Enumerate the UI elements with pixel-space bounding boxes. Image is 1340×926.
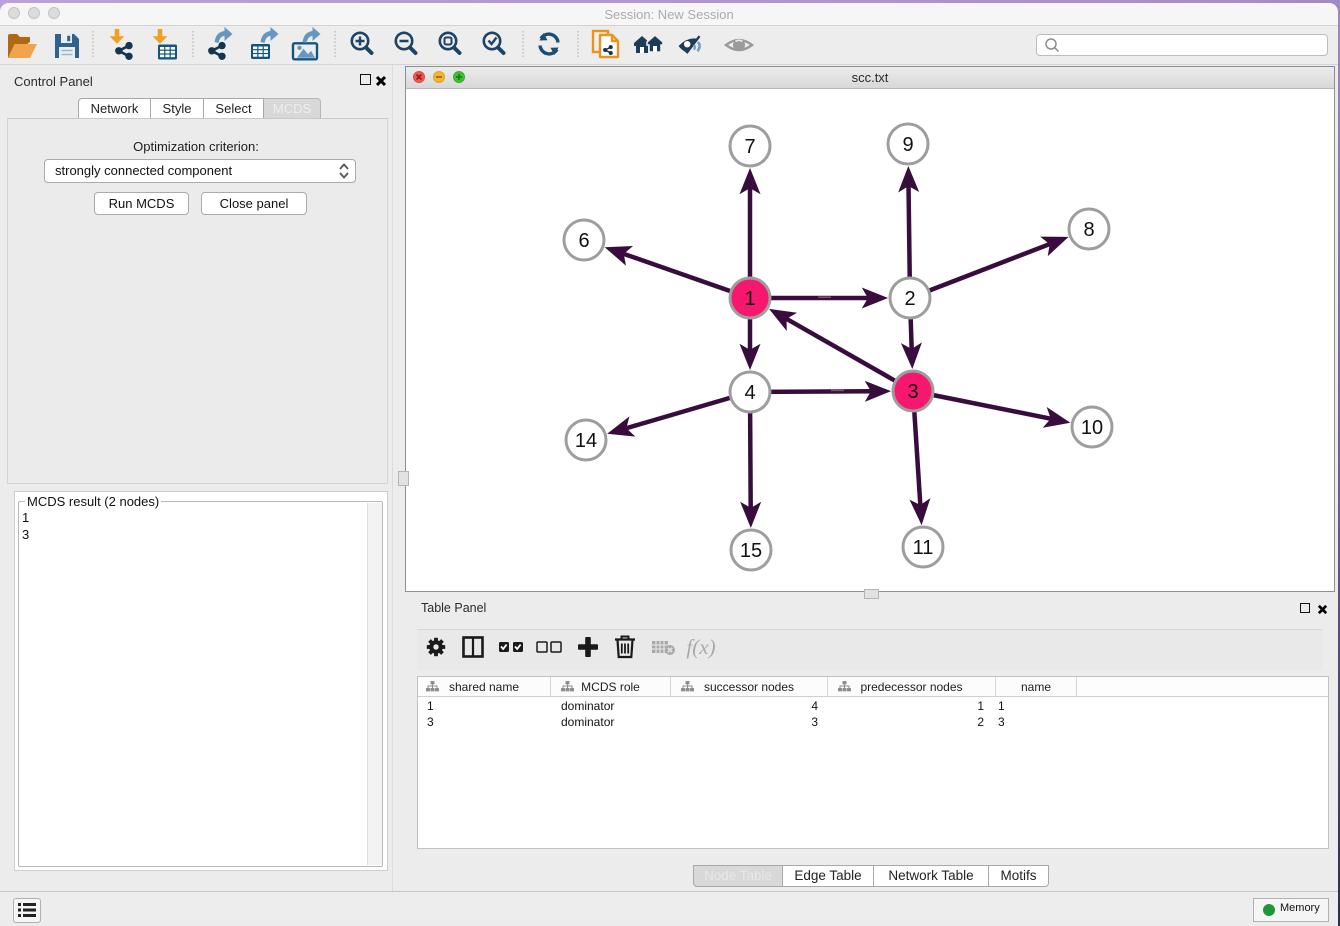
svg-text:2: 2 bbox=[904, 288, 915, 310]
svg-text:11: 11 bbox=[913, 537, 934, 559]
svg-text:9: 9 bbox=[902, 134, 913, 156]
svg-text:1: 1 bbox=[744, 288, 755, 310]
svg-text:14: 14 bbox=[575, 430, 597, 452]
svg-text:10: 10 bbox=[1081, 417, 1103, 439]
svg-text:f(x): f(x) bbox=[686, 635, 715, 659]
svg-text:15: 15 bbox=[740, 540, 762, 562]
svg-text:7: 7 bbox=[744, 136, 755, 158]
svg-text:6: 6 bbox=[578, 230, 589, 252]
svg-text:3: 3 bbox=[907, 381, 918, 403]
svg-text:4: 4 bbox=[744, 382, 755, 404]
svg-text:8: 8 bbox=[1083, 219, 1094, 241]
